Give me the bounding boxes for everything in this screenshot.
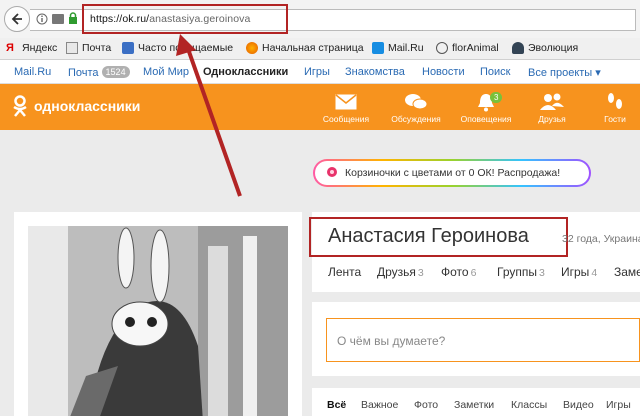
browser-toolbar: https://ok.ru/anastasiya.geroinova xyxy=(0,0,640,38)
nav-messages[interactable]: Сообщения xyxy=(314,90,378,124)
envelope-icon xyxy=(66,42,78,54)
bookmark-evolution[interactable]: Эволюция xyxy=(512,42,578,54)
tab-feed[interactable]: Лента xyxy=(328,265,361,279)
ok-logo[interactable]: одноклассники xyxy=(12,95,140,117)
link-mailru[interactable]: Mail.Ru xyxy=(14,66,51,78)
tab-friends[interactable]: Друзья 3 xyxy=(377,265,424,279)
nav-friends[interactable]: Друзья xyxy=(520,90,584,124)
bookmark-mail[interactable]: Почта xyxy=(66,42,111,54)
promo-banner[interactable]: Корзиночки с цветами от 0 ОК! Распродажа… xyxy=(313,159,591,187)
feed-tab-classes[interactable]: Классы xyxy=(511,399,547,411)
feed-tab-photo[interactable]: Фото xyxy=(414,399,438,411)
mailru-portal-bar: Mail.Ru Почта 1524 Мой Мир Одноклассники … xyxy=(0,60,640,84)
feed-tab-all[interactable]: Всё xyxy=(327,399,346,411)
link-odnoklassniki[interactable]: Одноклассники xyxy=(203,66,288,78)
person-icon xyxy=(512,42,524,54)
bookmark-floranimal[interactable]: florAnimal xyxy=(436,42,499,54)
footprints-icon xyxy=(608,93,622,109)
nav-discussions[interactable]: Обсуждения xyxy=(384,90,448,124)
bookmark-yandex[interactable]: Я Яндекс xyxy=(6,42,57,54)
profile-photo-image xyxy=(28,226,288,416)
bookmark-start-page[interactable]: Начальная страница xyxy=(246,42,364,54)
nav-notifications[interactable]: 3 Оповещения xyxy=(454,90,518,124)
bookmarks-bar: Я Яндекс Почта Часто посещаемые Начальная… xyxy=(0,38,640,60)
tab-groups[interactable]: Группы 3 xyxy=(497,265,545,279)
feed-tab-games[interactable]: Игры xyxy=(606,399,631,411)
promo-text: Корзиночки с цветами от 0 ОК! Распродажа… xyxy=(345,167,561,179)
back-button[interactable] xyxy=(4,6,30,32)
tab-photos[interactable]: Фото 6 xyxy=(441,265,476,279)
mailru-icon xyxy=(372,42,384,54)
page-icon xyxy=(52,14,64,24)
link-mail[interactable]: Почта 1524 xyxy=(68,66,130,79)
link-dating[interactable]: Знакомства xyxy=(345,66,405,78)
profile-photo[interactable] xyxy=(28,226,288,416)
profile-age-city: 32 года, Украина xyxy=(562,233,640,245)
tab-games[interactable]: Игры 4 xyxy=(561,265,597,279)
url-highlight-annotation xyxy=(82,4,288,34)
ok-logo-text: одноклассники xyxy=(34,98,141,114)
status-input[interactable]: О чём вы думаете? xyxy=(326,318,640,362)
ok-logo-icon xyxy=(13,95,27,117)
info-icon[interactable] xyxy=(36,13,48,25)
link-games[interactable]: Игры xyxy=(304,66,330,78)
bookmark-mailru[interactable]: Mail.Ru xyxy=(372,42,424,54)
yandex-icon: Я xyxy=(6,42,14,54)
bookmark-most-visited[interactable]: Часто посещаемые xyxy=(122,42,233,54)
flower-basket-icon xyxy=(327,167,337,177)
globe-icon xyxy=(436,42,448,54)
link-my-world[interactable]: Мой Мир xyxy=(143,66,189,78)
avatar-card xyxy=(14,212,302,416)
feed-tab-notes[interactable]: Заметки xyxy=(454,399,494,411)
bookmark-folder-icon xyxy=(122,42,134,54)
friends-icon xyxy=(540,93,564,110)
nav-guests[interactable]: Гости xyxy=(590,90,640,124)
chat-bubbles-icon xyxy=(405,94,428,110)
link-all-projects[interactable]: Все проекты ▾ xyxy=(528,66,601,79)
envelope-icon xyxy=(335,94,357,110)
link-news[interactable]: Новости xyxy=(422,66,465,78)
mail-count-badge: 1524 xyxy=(101,66,130,78)
feed-tab-video[interactable]: Видео xyxy=(563,399,594,411)
lock-icon[interactable] xyxy=(68,12,78,25)
profile-name: Анастасия Героинова xyxy=(328,225,529,247)
firefox-icon xyxy=(246,42,258,54)
feed-tab-important[interactable]: Важное xyxy=(361,399,398,411)
back-arrow-icon xyxy=(11,13,22,25)
ok-header: одноклассники Сообщения Обсуждения 3 Опо… xyxy=(0,84,640,130)
link-search[interactable]: Поиск xyxy=(480,66,510,78)
tab-notes[interactable]: Замет xyxy=(614,265,640,279)
